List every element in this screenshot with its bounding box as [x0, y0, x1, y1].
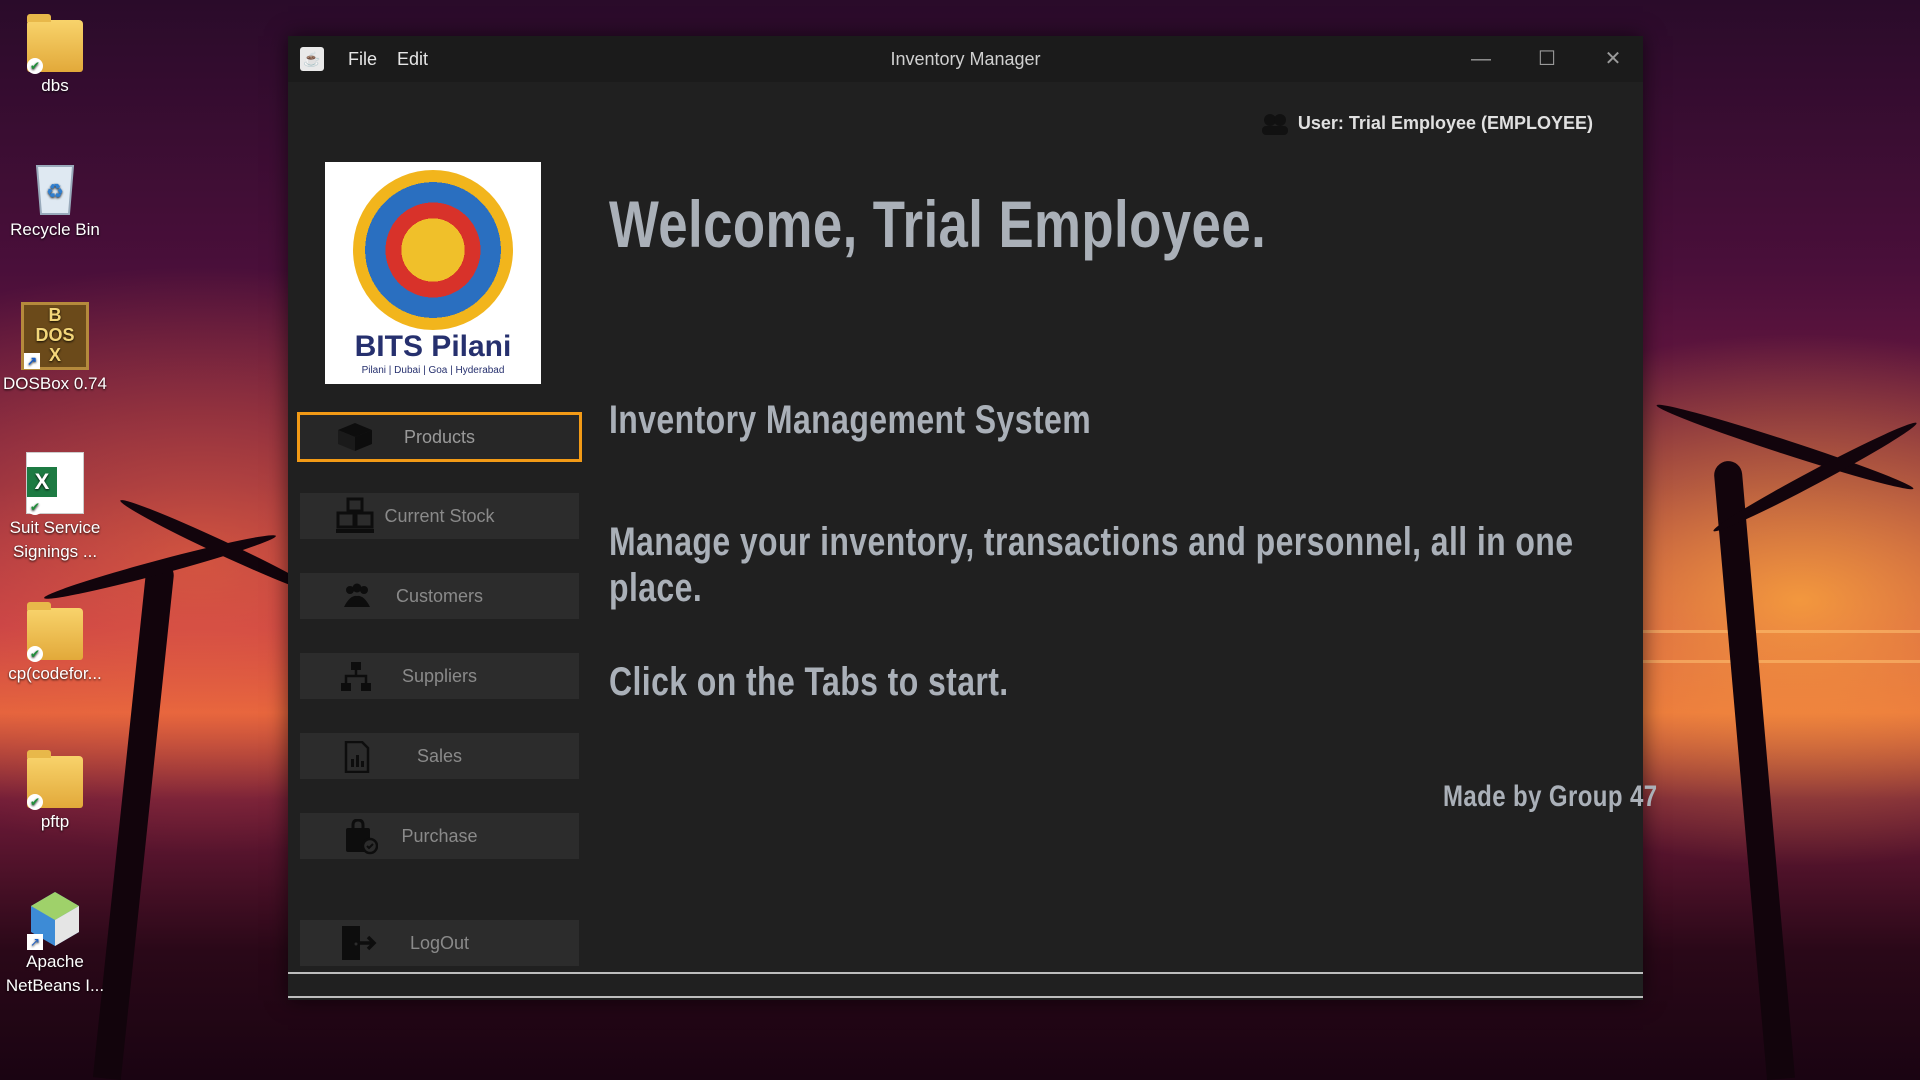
- users-icon: [1260, 113, 1290, 136]
- desktop-icon-suit-service[interactable]: X ✔ Suit Service Signings ...: [0, 452, 110, 564]
- system-name-heading: Inventory Management System: [609, 398, 1092, 442]
- sidebar-item-label: Customers: [395, 586, 484, 606]
- tagline-line-1: Manage your inventory, transactions and …: [609, 520, 1574, 564]
- bits-seal-icon: [353, 170, 513, 330]
- sidebar-item-label: Products: [403, 427, 476, 447]
- sidebar-item-purchase[interactable]: Purchase: [300, 813, 579, 859]
- credits-text: Made by Group 47: [1443, 780, 1658, 813]
- minimize-button[interactable]: —: [1451, 36, 1511, 82]
- folder-icon: ✔: [27, 602, 83, 662]
- inventory-manager-window: ☕ File Edit Inventory Manager — ☐ ✕ User…: [288, 36, 1657, 1000]
- recycle-bin-icon: ♻: [27, 156, 83, 216]
- window-title: Inventory Manager: [890, 49, 1041, 69]
- dosbox-icon: B DOS X ↗: [21, 302, 89, 370]
- desktop-icon-recycle-bin[interactable]: ♻ Recycle Bin: [0, 156, 110, 242]
- sidebar-item-label: Purchase: [401, 826, 478, 846]
- title-bar: ☕ File Edit Inventory Manager — ☐ ✕: [288, 36, 1643, 82]
- wallpaper-palm: [1713, 459, 1795, 1080]
- desktop-icon-netbeans[interactable]: ↗ Apache NetBeans I...: [0, 888, 110, 998]
- instruction-text: Click on the Tabs to start.: [609, 660, 1009, 704]
- logo-text: BITS Pilani: [354, 330, 512, 363]
- maximize-button[interactable]: ☐: [1517, 36, 1577, 82]
- user-status: User: Trial Employee (EMPLOYEE): [1260, 108, 1593, 138]
- sync-check-icon: ✔: [27, 499, 43, 515]
- status-bar: [288, 972, 1643, 1000]
- folder-icon: ✔: [27, 750, 83, 810]
- excel-icon: X ✔: [26, 452, 84, 515]
- close-button[interactable]: ✕: [1583, 36, 1643, 82]
- sync-check-icon: ✔: [27, 58, 43, 74]
- svg-text:♻: ♻: [46, 181, 64, 203]
- sidebar-item-label: Suppliers: [401, 666, 478, 686]
- sidebar-item-customers[interactable]: Customers: [300, 573, 579, 619]
- sidebar-item-label: Sales: [416, 746, 463, 766]
- sidebar-item-current-stock[interactable]: Current Stock: [300, 493, 579, 539]
- user-label: User: Trial Employee (EMPLOYEE): [1297, 113, 1593, 133]
- sync-check-icon: ✔: [27, 794, 43, 810]
- desktop-icon-dosbox[interactable]: B DOS X ↗ DOSBox 0.74: [0, 302, 110, 396]
- shortcut-arrow-icon: ↗: [27, 934, 43, 950]
- desktop-icon-dbs[interactable]: ✔ dbs: [0, 12, 110, 98]
- desktop-icon-cp[interactable]: ✔ cp(codefor...: [0, 600, 110, 686]
- sidebar-item-label: LogOut: [409, 933, 470, 953]
- sidebar-item-label: Current Stock: [384, 506, 495, 526]
- bits-pilani-logo: BITS Pilani Pilani | Dubai | Goa | Hyder…: [325, 162, 541, 384]
- sidebar-logout-button[interactable]: LogOut: [300, 920, 579, 966]
- desktop-icon-pftp[interactable]: ✔ pftp: [0, 748, 110, 834]
- welcome-heading: Welcome, Trial Employee.: [609, 187, 1267, 261]
- sync-check-icon: ✔: [27, 646, 43, 662]
- sidebar-item-products[interactable]: Products: [297, 412, 582, 462]
- folder-icon: ✔: [27, 14, 83, 74]
- sidebar-item-suppliers[interactable]: Suppliers: [300, 653, 579, 699]
- netbeans-icon: ↗: [27, 888, 83, 950]
- sidebar-item-sales[interactable]: Sales: [300, 733, 579, 779]
- tagline-line-2: place.: [609, 566, 703, 610]
- shortcut-arrow-icon: ↗: [24, 353, 40, 369]
- logo-subtext: Pilani | Dubai | Goa | Hyderabad: [361, 365, 505, 376]
